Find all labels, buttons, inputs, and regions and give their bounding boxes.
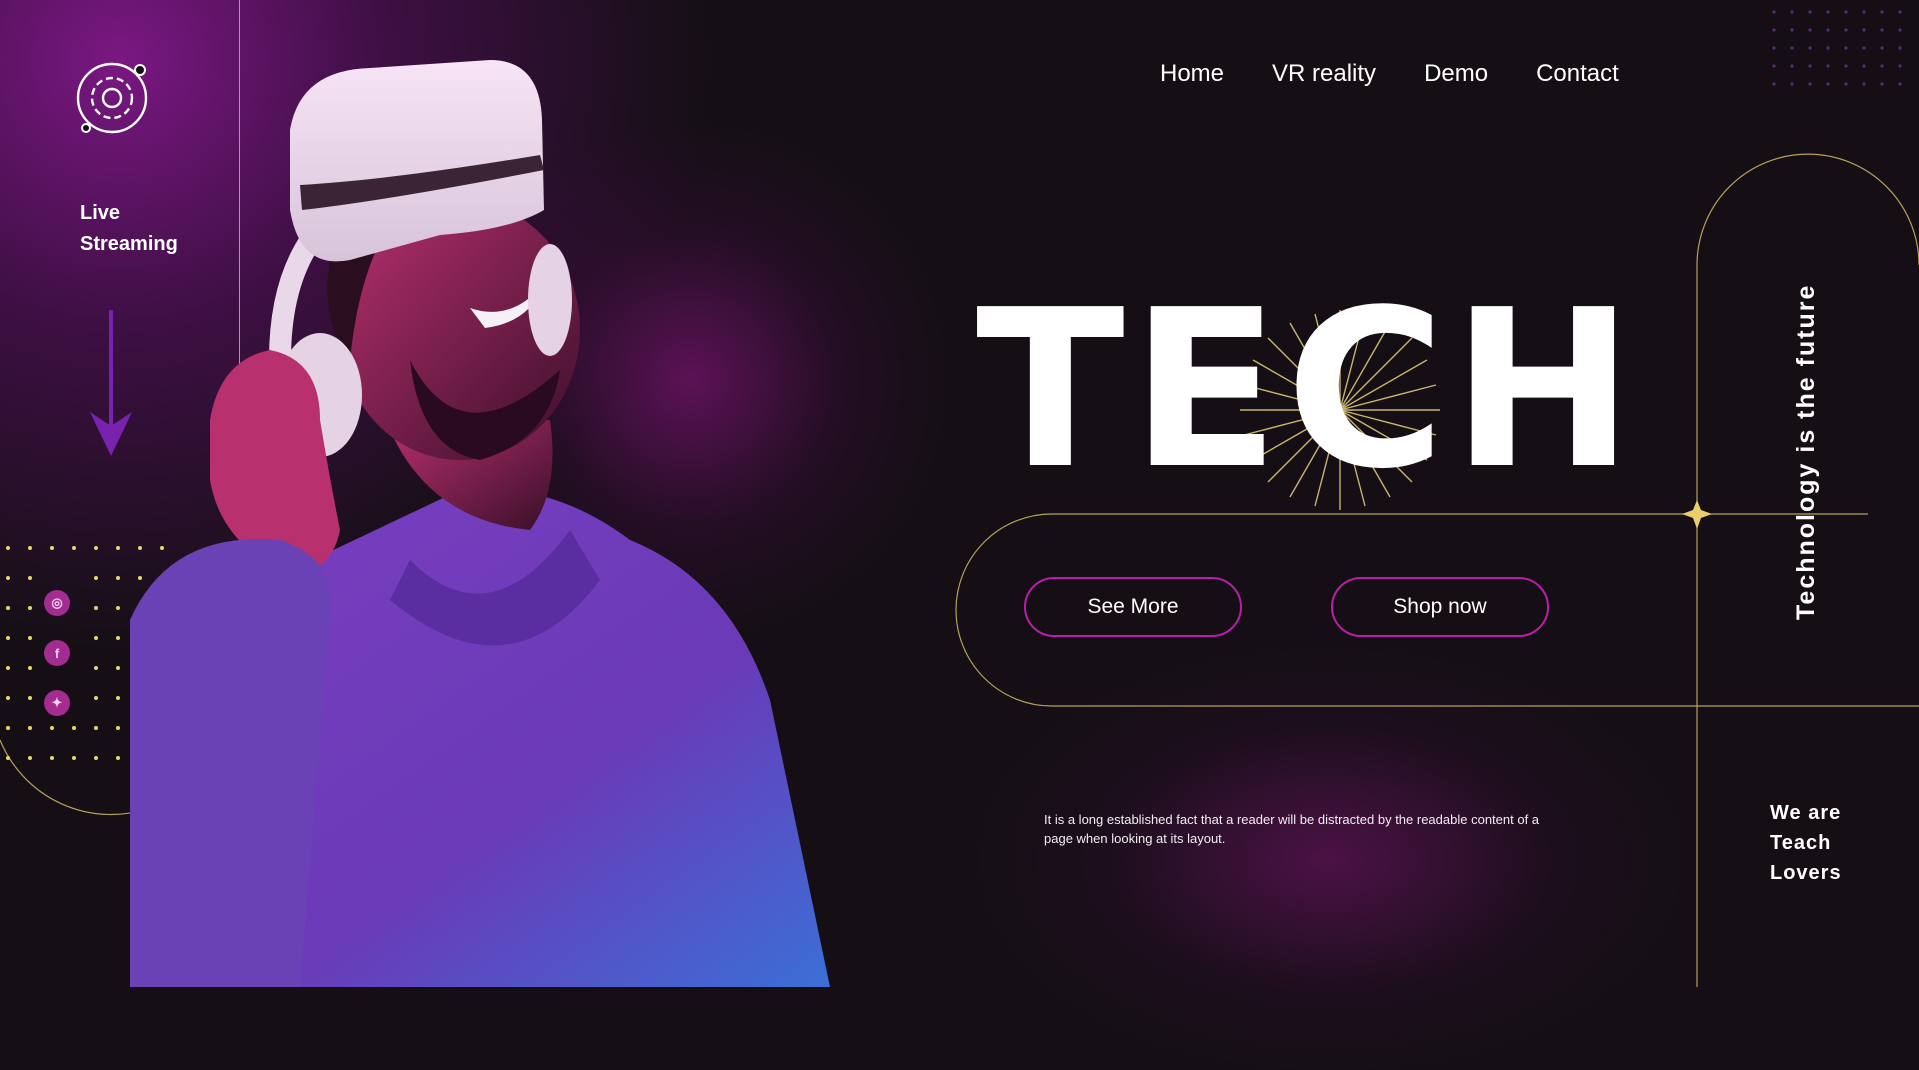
hero-title: TECH	[976, 264, 1641, 517]
facebook-glyph: f	[54, 645, 60, 661]
twitter-glyph: ✦	[51, 695, 63, 710]
twitter-icon[interactable]: ✦	[44, 690, 70, 716]
nav-demo[interactable]: Demo	[1424, 60, 1488, 88]
hero-description: It is a long established fact that a rea…	[1044, 812, 1540, 846]
decorative-dot-grid-top-right	[1772, 10, 1902, 86]
vr-headset-person-image	[130, 60, 830, 987]
arrow-down-icon	[90, 310, 132, 456]
tagline-vertical: Technology is the future	[1792, 283, 1820, 620]
facebook-icon[interactable]: f	[44, 640, 70, 666]
lovers-line2: Teach	[1770, 832, 1832, 854]
nav-home[interactable]: Home	[1160, 60, 1224, 88]
instagram-icon[interactable]: ◎	[44, 590, 70, 616]
nav-contact[interactable]: Contact	[1536, 60, 1619, 88]
lovers-line3: Lovers	[1770, 862, 1842, 884]
instagram-glyph: ◎	[51, 595, 63, 610]
main-nav: Home VR reality Demo Contact	[1160, 60, 1619, 88]
shop-now-button[interactable]: Shop now	[1331, 577, 1549, 637]
nav-vr-reality[interactable]: VR reality	[1272, 60, 1376, 88]
see-more-button[interactable]: See More	[1024, 577, 1242, 637]
lovers-line1: We are	[1770, 802, 1842, 824]
tech-lovers-label: We are Teach Lovers	[1770, 798, 1842, 888]
